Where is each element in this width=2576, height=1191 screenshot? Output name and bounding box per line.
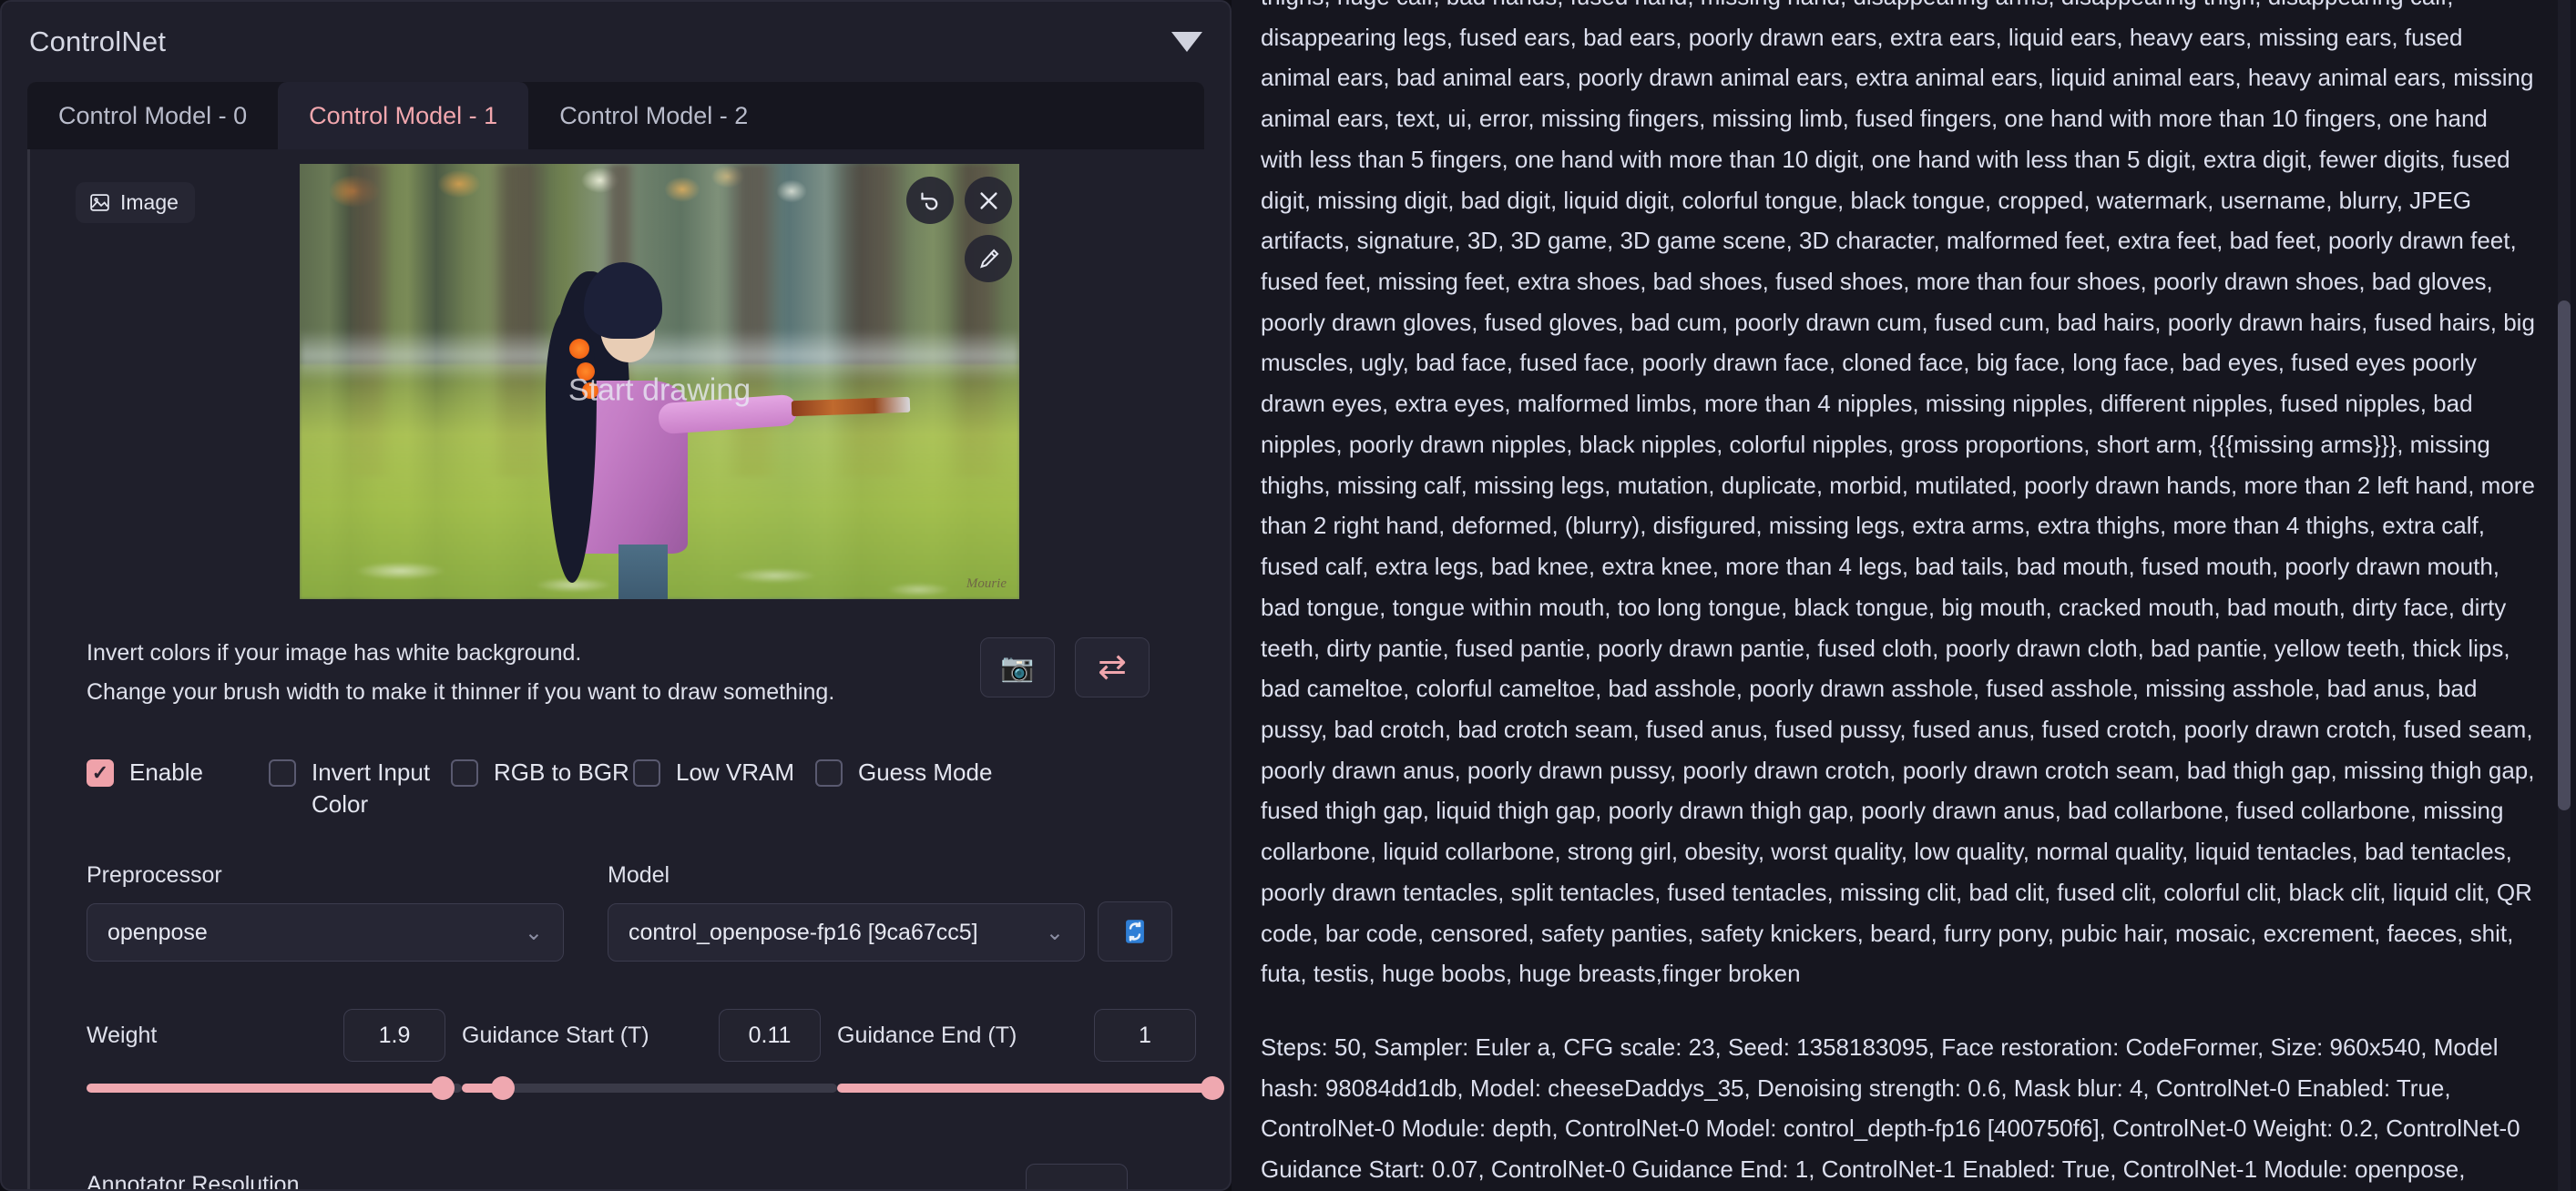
image-input-row: Image Mourie Start drawing [45,164,1204,610]
checkbox-guess-mode[interactable]: Guess Mode [815,757,992,789]
close-icon[interactable] [965,177,1012,224]
slider-guidance-end-label: Guidance End (T) [837,1022,1017,1048]
annotator-resolution-value[interactable] [1026,1164,1128,1189]
checkbox-enable-label: Enable [129,758,203,786]
checkbox-enable[interactable]: Enable [87,757,269,789]
slider-row: Weight 1.9 Guidance Start (T) 0.11 Guida… [87,1009,1224,1101]
slider-guidance-end-track[interactable] [837,1076,1224,1101]
model-selection-row: Preprocessor openpose ⌄ Model control_op… [87,862,1204,962]
refresh-models-button[interactable] [1098,901,1172,962]
hint-line-1: Invert colors if your image has white ba… [87,640,582,666]
drawing-canvas[interactable]: Mourie Start drawing [300,164,1019,599]
checkbox-rgb-to-bgr-label: RGB to BGR [494,758,629,786]
checkbox-guess-mode-label: Guess Mode [858,758,993,786]
checkbox-box [815,759,843,787]
controlnet-panel: ControlNet Control Model - 0 Control Mod… [0,0,1232,1191]
picture-icon [90,194,109,211]
model-value: control_openpose-fp16 [9ca67cc5] [629,919,978,945]
negative-prompt-text: thighs, huge calf, bad hands, fused hand… [1261,0,2535,988]
webcam-button[interactable]: 📷 [980,637,1055,697]
chevron-down-icon: ⌄ [1045,920,1064,945]
image-type-badge: Image [76,182,195,223]
checkbox-check-icon [87,759,114,787]
image-type-label: Image [120,190,179,214]
checkbox-box [269,759,296,787]
model-label: Model [608,862,670,889]
slider-weight: Weight 1.9 [87,1009,462,1101]
undo-icon[interactable] [906,177,954,224]
brush-icon[interactable] [965,235,1012,282]
hint-row: Invert colors if your image has white ba… [87,634,1150,711]
image-action-buttons: 📷 ⇄ [980,634,1150,697]
checkbox-low-vram-label: Low VRAM [676,758,795,786]
preprocessor-value: openpose [107,919,208,945]
slider-guidance-start-value[interactable]: 0.11 [719,1009,821,1063]
slider-weight-label: Weight [87,1022,158,1048]
artist-signature: Mourie [966,576,1007,591]
slider-guidance-start-track[interactable] [462,1076,837,1101]
annotator-resolution-label: Annotator Resolution [87,1172,300,1191]
app-root: ControlNet Control Model - 0 Control Mod… [0,0,2576,1191]
checkbox-low-vram[interactable]: Low VRAM [633,757,815,789]
canvas-toolbar [906,177,1012,282]
checkbox-box [451,759,478,787]
generation-parameters-text: Steps: 50, Sampler: Euler a, CFG scale: … [1261,1033,2520,1184]
refresh-icon [1126,920,1144,943]
checkbox-box [633,759,660,787]
slider-weight-value[interactable]: 1.9 [343,1009,445,1063]
tab-control-model-0[interactable]: Control Model - 0 [27,82,278,149]
slider-guidance-start-label: Guidance Start (T) [462,1022,649,1048]
checkbox-invert-input-color-label: Invert Input Color [312,758,431,819]
controlnet-header[interactable]: ControlNet [2,2,1230,82]
model-select[interactable]: control_openpose-fp16 [9ca67cc5] ⌄ [608,903,1085,962]
swap-axis-button[interactable]: ⇄ [1075,637,1150,697]
page-title: ControlNet [29,25,167,57]
slider-weight-track[interactable] [87,1076,462,1101]
slider-guidance-end: Guidance End (T) 1 [837,1009,1224,1101]
slider-guidance-end-value[interactable]: 1 [1094,1009,1196,1063]
scrollbar-thumb[interactable] [2558,300,2571,810]
hint-line-2: Change your brush width to make it thinn… [87,678,835,705]
model-field: Model control_openpose-fp16 [9ca67cc5] ⌄ [608,862,1085,962]
swap-arrows-icon: ⇄ [1098,648,1127,687]
tab-control-model-1[interactable]: Control Model - 1 [278,82,529,149]
preprocessor-field: Preprocessor openpose ⌄ [87,862,564,962]
options-checkbox-row: Enable Invert Input Color RGB to BGR Low… [87,757,1204,820]
checkbox-invert-input-color[interactable]: Invert Input Color [269,757,451,820]
slider-guidance-start: Guidance Start (T) 0.11 [462,1009,837,1101]
chevron-down-icon[interactable] [1171,32,1202,52]
preprocessor-select[interactable]: openpose ⌄ [87,903,564,962]
camera-icon: 📷 [1000,652,1035,683]
tab-control-model-2[interactable]: Control Model - 2 [528,82,779,149]
preprocessor-label: Preprocessor [87,862,222,889]
control-model-1-panel: Image Mourie Start drawing Invert colors… [27,149,1224,1191]
control-model-tabs: Control Model - 0 Control Model - 1 Cont… [27,82,1204,149]
checkbox-rgb-to-bgr[interactable]: RGB to BGR [451,757,633,789]
generation-info-panel: thighs, huge calf, bad hands, fused hand… [1232,0,2576,1191]
chevron-down-icon: ⌄ [524,920,543,945]
hint-text: Invert colors if your image has white ba… [87,634,834,711]
